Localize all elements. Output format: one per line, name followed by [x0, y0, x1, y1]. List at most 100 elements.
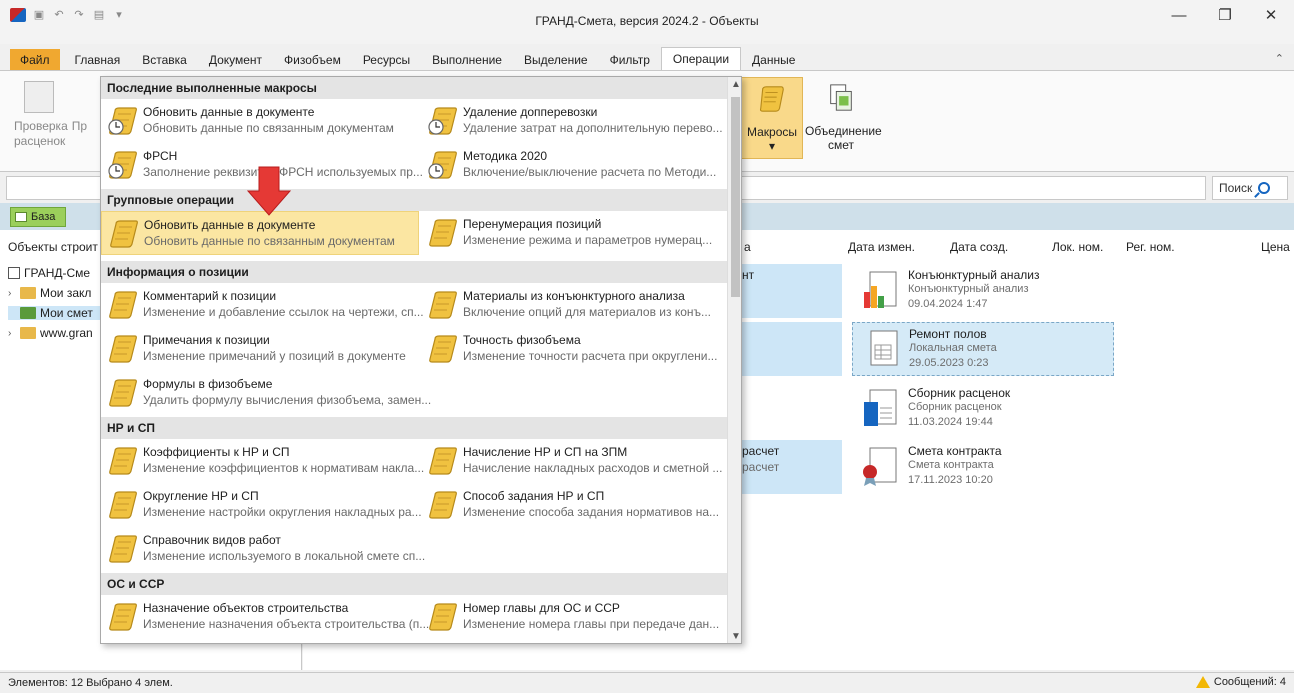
column-name[interactable]: а	[744, 240, 751, 254]
macro-item[interactable]: Назначение объектов строительства Изменен…	[101, 595, 429, 639]
tab-data[interactable]: Данные	[741, 49, 806, 71]
macro-description: Начисление накладных расходов и сметной …	[463, 461, 723, 475]
tree-item-label: www.gran	[40, 326, 93, 340]
tree-item-bookmarks[interactable]: › Мои закл	[8, 286, 91, 300]
macro-item[interactable]: Номер главы для ОС и ССР Изменение номера…	[421, 595, 739, 639]
scroll-thumb[interactable]	[731, 97, 740, 297]
tree-item-www[interactable]: › www.gran	[8, 326, 93, 340]
analysis-chart-icon	[864, 271, 897, 308]
macro-item[interactable]: Перенумерация позиций Изменение режима и …	[421, 211, 739, 255]
close-icon[interactable]: ✕	[1248, 0, 1294, 30]
macro-description: Изменение коэффициентов к нормативам нак…	[143, 461, 425, 475]
merge-estimates-button[interactable]: Объединение смет	[805, 77, 882, 159]
merge-documents-icon	[830, 84, 852, 111]
macro-scroll-clock-icon	[108, 151, 137, 179]
macro-scroll-icon	[110, 220, 138, 248]
list-item[interactable]: Ремонт полов Локальная смета 29.05.2023 …	[852, 322, 1114, 376]
macro-scroll-icon	[429, 291, 457, 319]
macro-item[interactable]: Округление НР и СП Изменение настройки ок…	[101, 483, 422, 527]
list-item[interactable]	[742, 322, 842, 376]
macro-scroll-icon	[429, 447, 457, 475]
macro-item[interactable]: Примечания к позиции Изменение примечаний…	[101, 327, 419, 371]
collapse-ribbon-icon[interactable]: ⌃	[1275, 52, 1284, 65]
macro-item[interactable]: Формулы в физобъеме Удалить формулу вычис…	[101, 371, 431, 415]
macro-title: Справочник видов работ	[143, 533, 281, 547]
macro-item[interactable]: Коэффициенты к НР и СП Изменение коэффици…	[101, 439, 424, 483]
macro-title: Перенумерация позиций	[463, 217, 602, 231]
column-reg-num[interactable]: Рег. ном.	[1126, 240, 1175, 254]
macro-title: ФРСН	[143, 149, 178, 163]
tab-volume[interactable]: Физобъем	[273, 49, 352, 71]
macro-title: Номер главы для ОС и ССР	[463, 601, 620, 615]
macro-title: Удаление допперевозки	[463, 105, 598, 119]
database-icon	[15, 212, 27, 222]
tab-document[interactable]: Документ	[198, 49, 273, 71]
macro-description: Изменение точности расчета при округлени…	[463, 349, 718, 363]
macros-dropdown-icon: ▾	[768, 139, 776, 153]
tree-item-label: Мои смет	[40, 306, 93, 320]
check-rates-icon	[24, 81, 54, 113]
local-estimate-icon	[870, 330, 898, 366]
restore-icon[interactable]: ❐	[1202, 0, 1248, 30]
column-date-modified[interactable]: Дата измен.	[848, 240, 915, 254]
tree-item-label: Мои закл	[40, 286, 92, 300]
expand-icon[interactable]: ›	[8, 288, 16, 299]
macro-description: Включение опций для материалов из конъ..…	[463, 305, 712, 319]
warning-icon	[1195, 676, 1210, 688]
tab-filter[interactable]: Фильтр	[599, 49, 661, 71]
macro-description: Изменение настройки округления накладных…	[143, 505, 422, 519]
list-item[interactable]: Смета контракта Смета контракта 17.11.20…	[852, 440, 1114, 494]
list-item[interactable]: нт	[742, 264, 842, 318]
scroll-down-icon[interactable]: ▼	[728, 629, 741, 643]
tab-insert[interactable]: Вставка	[131, 49, 198, 71]
macro-title: Формулы в физобъеме	[143, 377, 273, 391]
status-left: Элементов: 12 Выбрано 4 элем.	[8, 677, 173, 689]
search-box[interactable]: Поиск	[1212, 176, 1288, 200]
base-button[interactable]: База	[10, 207, 66, 227]
column-date-created[interactable]: Дата созд.	[950, 240, 1008, 254]
list-item[interactable]: Конъюнктурный анализ Конъюнктурный анали…	[852, 264, 1114, 318]
macro-item[interactable]: Материалы из конъюнктурного анализа Включ…	[421, 283, 739, 327]
dropdown-scrollbar[interactable]: ▲ ▼	[727, 77, 741, 643]
column-loc-num[interactable]: Лок. ном.	[1052, 240, 1103, 254]
section-position-info: Информация о позиции	[101, 261, 727, 283]
tab-resources[interactable]: Ресурсы	[352, 49, 421, 71]
macro-item[interactable]: Обновить данные в документе Обновить данн…	[101, 211, 419, 255]
column-price[interactable]: Цена	[1261, 240, 1290, 254]
tree-item-my-estimates[interactable]: Мои смет	[8, 306, 103, 320]
macro-title: Методика 2020	[463, 149, 548, 163]
macro-scroll-icon	[109, 335, 137, 363]
macro-item[interactable]: Комментарий к позиции Изменение и добавле…	[101, 283, 424, 327]
tab-file[interactable]: Файл	[10, 49, 60, 71]
macro-item[interactable]: Удаление допперевозки Удаление затрат на …	[421, 99, 739, 143]
macro-item[interactable]: Начисление НР и СП на ЗПМ Начисление накл…	[421, 439, 739, 483]
list-item[interactable]: Сборник расценок Сборник расценок 11.03.…	[852, 382, 1114, 436]
macro-title: Обновить данные в документе	[144, 218, 316, 232]
macro-item[interactable]: Обновить данные в документе Обновить данн…	[101, 99, 419, 143]
document-icon	[8, 267, 20, 279]
tab-home[interactable]: Главная	[64, 49, 132, 71]
scroll-up-icon[interactable]: ▲	[728, 77, 741, 93]
tab-selection[interactable]: Выделение	[513, 49, 599, 71]
tab-operations[interactable]: Операции	[660, 47, 742, 71]
macro-item[interactable]: Точность физобъема Изменение точности рас…	[421, 327, 739, 371]
window-title: ГРАНД-Смета, версия 2024.2 - Объекты	[535, 14, 759, 28]
macro-item[interactable]: Справочник видов работ Изменение использу…	[101, 527, 425, 571]
tree-item-label: ГРАНД-Сме	[24, 266, 91, 280]
macro-scroll-icon	[109, 379, 137, 407]
macro-item[interactable]: Методика 2020 Включение/выключение расчет…	[421, 143, 739, 187]
scroll-icon	[759, 86, 784, 112]
macro-title: Обновить данные в документе	[143, 105, 315, 119]
minimize-icon[interactable]: —	[1156, 0, 1202, 30]
search-label: Поиск	[1219, 181, 1253, 195]
tab-execution[interactable]: Выполнение	[421, 49, 513, 71]
list-item[interactable]: расчет расчет	[742, 440, 842, 494]
check-rates-button[interactable]: Проверка Пр расценок	[14, 81, 87, 149]
tree-item-grand[interactable]: ГРАНД-Сме	[8, 266, 90, 280]
macros-button[interactable]: Макросы ▾	[741, 77, 803, 159]
expand-icon[interactable]: ›	[8, 328, 16, 339]
macro-description: Изменение способа задания нормативов на.…	[463, 505, 720, 519]
macro-item[interactable]: Способ задания НР и СП Изменение способа …	[421, 483, 739, 527]
search-icon[interactable]	[1258, 182, 1271, 194]
messages-button[interactable]: Сообщений: 4	[1195, 676, 1286, 688]
